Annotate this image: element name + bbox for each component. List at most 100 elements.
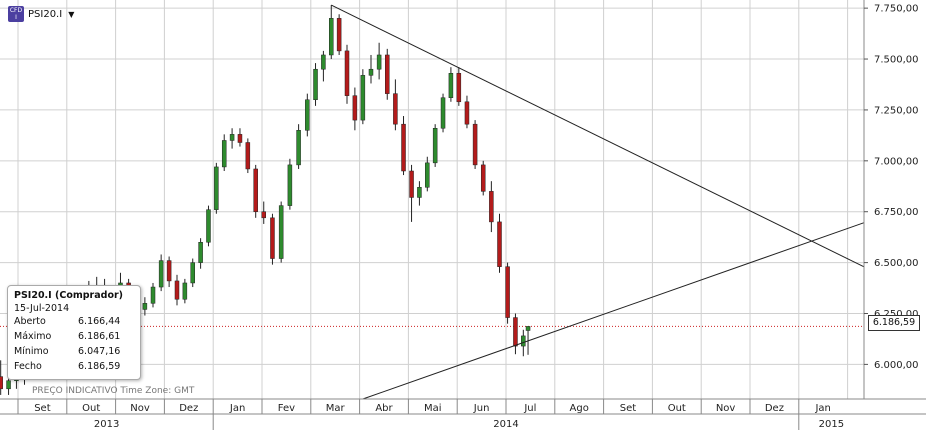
candle-body xyxy=(448,73,454,98)
candle-body xyxy=(182,282,188,300)
x-tick-label: Jun xyxy=(473,403,490,414)
tooltip-value: 6.186,59 xyxy=(78,361,121,372)
candle-body xyxy=(368,68,374,76)
cfd-index-icon: CFD I xyxy=(8,6,24,22)
icon-text-bottom: I xyxy=(15,14,17,21)
y-tick-label: 6.500,00 xyxy=(874,258,919,269)
candle-body xyxy=(360,75,366,121)
candle-body xyxy=(521,335,526,347)
candle-body xyxy=(190,262,195,284)
y-tick-label: 7.750,00 xyxy=(874,4,919,15)
x-tick-label: Jan xyxy=(229,403,245,414)
candle-body xyxy=(245,142,251,170)
candle-body xyxy=(497,221,502,267)
x-tick-label: Nov xyxy=(716,403,736,414)
candle-body xyxy=(253,168,258,212)
x-tick-label: Ago xyxy=(570,403,589,414)
tooltip-value: 6.047,16 xyxy=(78,346,121,357)
tooltip-date: 15-Jul-2014 xyxy=(14,303,70,314)
tooltip-row-low: Mínimo 6.047,16 xyxy=(14,344,134,359)
candle-body xyxy=(206,209,211,243)
x-tick-label: Fev xyxy=(278,403,295,414)
candle-body xyxy=(440,97,446,129)
x-tick-label: Dez xyxy=(765,403,784,414)
candle-body xyxy=(296,130,301,166)
x-tick-label: Jul xyxy=(523,403,536,414)
candle-body xyxy=(0,376,3,390)
candle-body xyxy=(505,266,510,318)
x-tick-label: Abr xyxy=(375,403,393,414)
ohlc-tooltip: PSI20.I (Comprador) 15-Jul-2014 Aberto 6… xyxy=(7,285,141,380)
footer-note: PREÇO INDICATIVO Time Zone: GMT xyxy=(32,386,195,396)
candle-body xyxy=(336,18,342,52)
candle-body xyxy=(214,166,219,210)
candle-body xyxy=(237,134,243,143)
year-label: 2014 xyxy=(493,419,518,430)
x-tick-label: Set xyxy=(34,403,51,414)
tooltip-label: Aberto xyxy=(14,316,46,327)
tooltip-label: Máximo xyxy=(14,331,52,342)
y-tick-label: 6.750,00 xyxy=(874,207,919,218)
y-tick-label: 6.000,00 xyxy=(874,360,919,371)
candle-body xyxy=(432,128,438,164)
candle-body xyxy=(174,280,180,300)
candle-body xyxy=(305,99,310,131)
candle-body xyxy=(417,187,422,198)
chart-window: 6.000,006.250,006.500,006.750,007.000,00… xyxy=(0,0,926,430)
candle-body xyxy=(513,317,518,347)
year-label: 2015 xyxy=(819,419,844,430)
symbol-label[interactable]: PSI20.I xyxy=(28,9,62,20)
tooltip-row-close: Fecho 6.186,59 xyxy=(14,359,134,374)
candle-body xyxy=(142,303,148,310)
candle-body xyxy=(409,170,414,198)
candle-body xyxy=(198,242,203,263)
x-tick-label: Out xyxy=(82,403,100,414)
y-tick-label: 7.250,00 xyxy=(874,105,919,116)
candle-body xyxy=(166,260,172,282)
x-tick-label: Mai xyxy=(424,403,442,414)
x-tick-label: Nov xyxy=(130,403,150,414)
candle-body xyxy=(278,205,284,259)
x-tick-label: Set xyxy=(620,403,637,414)
tooltip-label: Fecho xyxy=(14,361,42,372)
candle-body xyxy=(229,134,235,141)
candle-body xyxy=(385,54,390,94)
x-tick-label: Dez xyxy=(179,403,198,414)
candle-body xyxy=(6,380,11,390)
candle-body xyxy=(393,93,398,125)
y-tick-label: 7.000,00 xyxy=(874,156,919,167)
x-tick-label: Mar xyxy=(326,403,346,414)
candle-body xyxy=(329,18,334,56)
tooltip-row-high: Máximo 6.186,61 xyxy=(14,329,134,344)
x-tick-label: Jan xyxy=(814,403,830,414)
candle-body xyxy=(313,68,318,101)
candle-body xyxy=(221,140,227,168)
tooltip-row-open: Aberto 6.166,44 xyxy=(14,314,134,329)
candle-body xyxy=(464,101,470,125)
candle-body xyxy=(344,50,350,96)
candle-body xyxy=(525,326,531,331)
tooltip-value: 6.186,61 xyxy=(78,331,121,342)
candle-body xyxy=(158,260,164,288)
candle-body xyxy=(456,73,462,103)
tooltip-value: 6.166,44 xyxy=(78,316,121,327)
chart-header: CFD I PSI20.I ▼ xyxy=(8,6,74,22)
candle-body xyxy=(270,217,275,259)
candle-body xyxy=(472,123,478,166)
year-label: 2013 xyxy=(94,419,119,430)
icon-text-top: CFD xyxy=(9,7,23,14)
candle-body xyxy=(352,95,358,121)
candle-body xyxy=(489,191,494,223)
x-tick-label: Out xyxy=(668,403,686,414)
tooltip-label: Mínimo xyxy=(14,346,49,357)
y-tick-label: 7.500,00 xyxy=(874,55,919,66)
caret-down-icon[interactable]: ▼ xyxy=(68,10,74,19)
candle-body xyxy=(376,54,382,70)
candle-body xyxy=(287,164,293,206)
candle-body xyxy=(425,162,430,188)
candle-body xyxy=(261,211,266,219)
tooltip-title: PSI20.I (Comprador) xyxy=(14,290,123,301)
candle-body xyxy=(401,123,406,172)
candle-body xyxy=(321,54,326,70)
candle-body xyxy=(150,286,156,304)
